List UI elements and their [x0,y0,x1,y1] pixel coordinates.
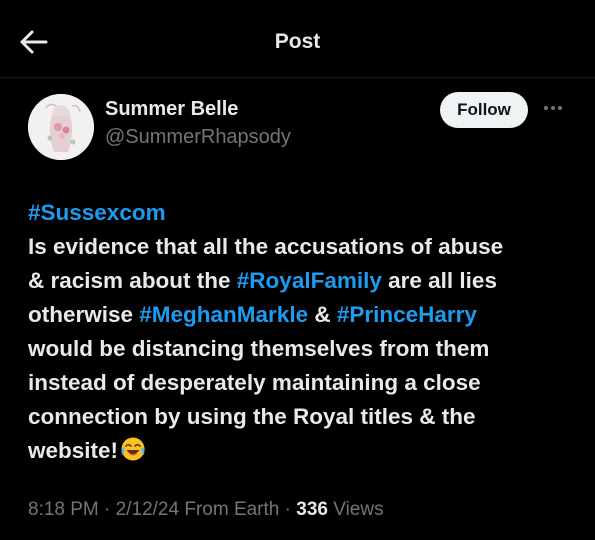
more-horizontal-icon [544,106,562,110]
avatar-illustration [28,94,94,160]
tweet-text-span: website! [28,438,119,463]
tweet-text-span: & [308,302,337,327]
meta-separator: · [279,499,297,520]
tweet-line: would be distancing themselves from them [28,336,490,361]
display-name[interactable]: Summer Belle [105,98,238,121]
tweet-text: #Sussexcom Is evidence that all the accu… [28,196,568,472]
views-label[interactable]: Views [328,499,383,520]
tweet-meta: 8:18 PM · 2/12/24 From Earth · 336 Views [28,499,384,521]
tweet-line: instead of desperately maintaining a clo… [28,370,481,395]
hashtag-princeharry[interactable]: #PrinceHarry [337,302,477,327]
more-options-button[interactable] [541,98,565,118]
tweet-line: Is evidence that all the accusations of … [28,234,504,259]
meta-separator: · [98,499,116,520]
user-handle[interactable]: @SummerRhapsody [105,126,291,149]
timestamp-date[interactable]: 2/12/24 [116,499,179,520]
page-title: Post [274,30,321,53]
location-source: From Earth [179,499,280,520]
hashtag-sussexcom[interactable]: #Sussexcom [28,200,166,225]
avatar[interactable] [28,94,94,160]
hashtag-royalfamily[interactable]: #RoyalFamily [237,268,382,293]
face-with-tears-of-joy-icon [120,436,146,472]
timestamp-time[interactable]: 8:18 PM [28,499,99,520]
tweet-text-span: otherwise [28,302,140,327]
header-divider [0,76,595,79]
hashtag-meghanmarkle[interactable]: #MeghanMarkle [139,302,308,327]
views-count[interactable]: 336 [296,499,328,520]
tweet-text-span: & racism about the [28,268,237,293]
top-bar: Post [0,0,595,78]
tweet-line: connection by using the Royal titles & t… [28,404,476,429]
follow-button[interactable]: Follow [440,92,528,128]
tweet-text-span: are all lies [381,268,497,293]
